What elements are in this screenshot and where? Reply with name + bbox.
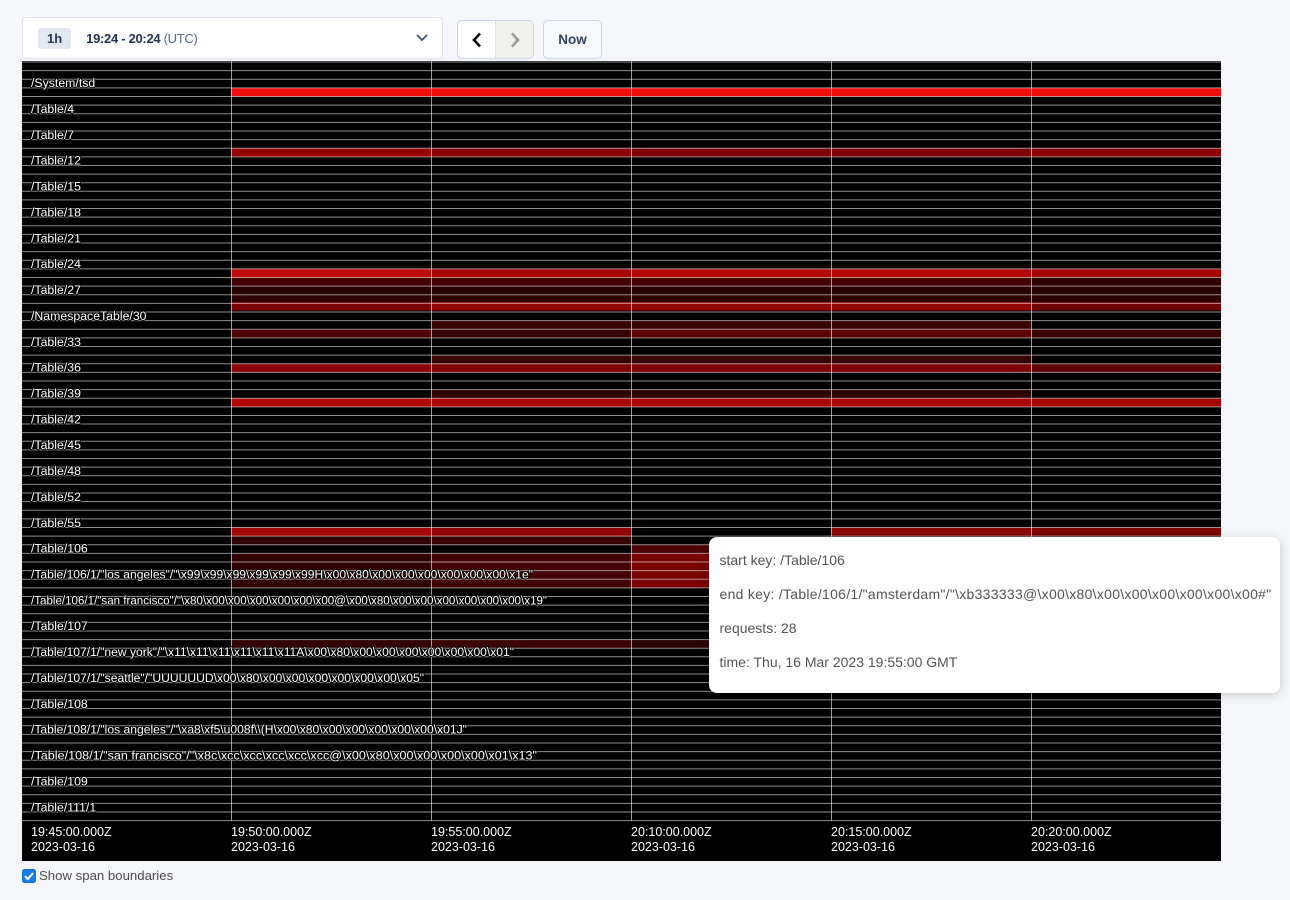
svg-text:2023-03-16: 2023-03-16 <box>31 840 95 854</box>
svg-text:/Table/4: /Table/4 <box>31 102 74 116</box>
svg-text:/Table/39: /Table/39 <box>31 387 81 401</box>
svg-text:19:50:00.000Z: 19:50:00.000Z <box>231 825 312 839</box>
svg-text:20:15:00.000Z: 20:15:00.000Z <box>831 825 912 839</box>
svg-text:/Table/111/1: /Table/111/1 <box>31 800 96 814</box>
svg-text:/Table/108: /Table/108 <box>31 697 88 711</box>
svg-text:/NamespaceTable/30: /NamespaceTable/30 <box>31 309 147 323</box>
svg-text:/Table/24: /Table/24 <box>31 257 81 271</box>
svg-text:19:55:00.000Z: 19:55:00.000Z <box>431 825 512 839</box>
svg-text:/Table/107: /Table/107 <box>31 619 88 633</box>
svg-text:/Table/27: /Table/27 <box>31 283 81 297</box>
svg-text:/System/tsd: /System/tsd <box>31 76 95 90</box>
svg-text:/Table/107/1/"seattle"/"UUUUUU: /Table/107/1/"seattle"/"UUUUUUD\x00\x80\… <box>31 671 424 685</box>
svg-text:2023-03-16: 2023-03-16 <box>631 840 695 854</box>
svg-text:/Table/18: /Table/18 <box>31 205 81 219</box>
svg-text:/Table/106/1/"san francisco"/": /Table/106/1/"san francisco"/"\x80\x00\x… <box>31 593 547 607</box>
svg-text:/Table/12: /Table/12 <box>31 154 81 168</box>
svg-text:/Table/106/1/"los angeles"/"\x: /Table/106/1/"los angeles"/"\x99\x99\x99… <box>31 568 533 582</box>
svg-text:20:20:00.000Z: 20:20:00.000Z <box>1031 825 1112 839</box>
svg-text:/Table/109: /Table/109 <box>31 774 88 788</box>
svg-text:2023-03-16: 2023-03-16 <box>831 840 895 854</box>
svg-text:/Table/52: /Table/52 <box>31 490 81 504</box>
svg-text:2023-03-16: 2023-03-16 <box>431 840 495 854</box>
svg-text:/Table/21: /Table/21 <box>31 231 81 245</box>
svg-text:/Table/48: /Table/48 <box>31 464 81 478</box>
svg-text:2023-03-16: 2023-03-16 <box>1031 840 1095 854</box>
svg-text:/Table/45: /Table/45 <box>31 438 81 452</box>
svg-text:/Table/36: /Table/36 <box>31 361 81 375</box>
svg-text:/Table/107/1/"new york"/"\x11\: /Table/107/1/"new york"/"\x11\x11\x11\x1… <box>31 645 514 659</box>
svg-text:/Table/7: /Table/7 <box>31 128 74 142</box>
svg-text:/Table/108/1/"san francisco"/": /Table/108/1/"san francisco"/"\x8c\xcc\x… <box>31 749 537 763</box>
svg-text:19:45:00.000Z: 19:45:00.000Z <box>31 825 112 839</box>
svg-text:/Table/42: /Table/42 <box>31 412 81 426</box>
svg-text:2023-03-16: 2023-03-16 <box>231 840 295 854</box>
svg-text:/Table/55: /Table/55 <box>31 516 81 530</box>
svg-text:/Table/33: /Table/33 <box>31 335 81 349</box>
svg-text:/Table/106: /Table/106 <box>31 542 88 556</box>
svg-text:/Table/15: /Table/15 <box>31 180 81 194</box>
svg-text:/Table/108/1/"los angeles"/"\x: /Table/108/1/"los angeles"/"\xa8\xf5\u00… <box>31 723 467 737</box>
svg-text:20:10:00.000Z: 20:10:00.000Z <box>631 825 712 839</box>
